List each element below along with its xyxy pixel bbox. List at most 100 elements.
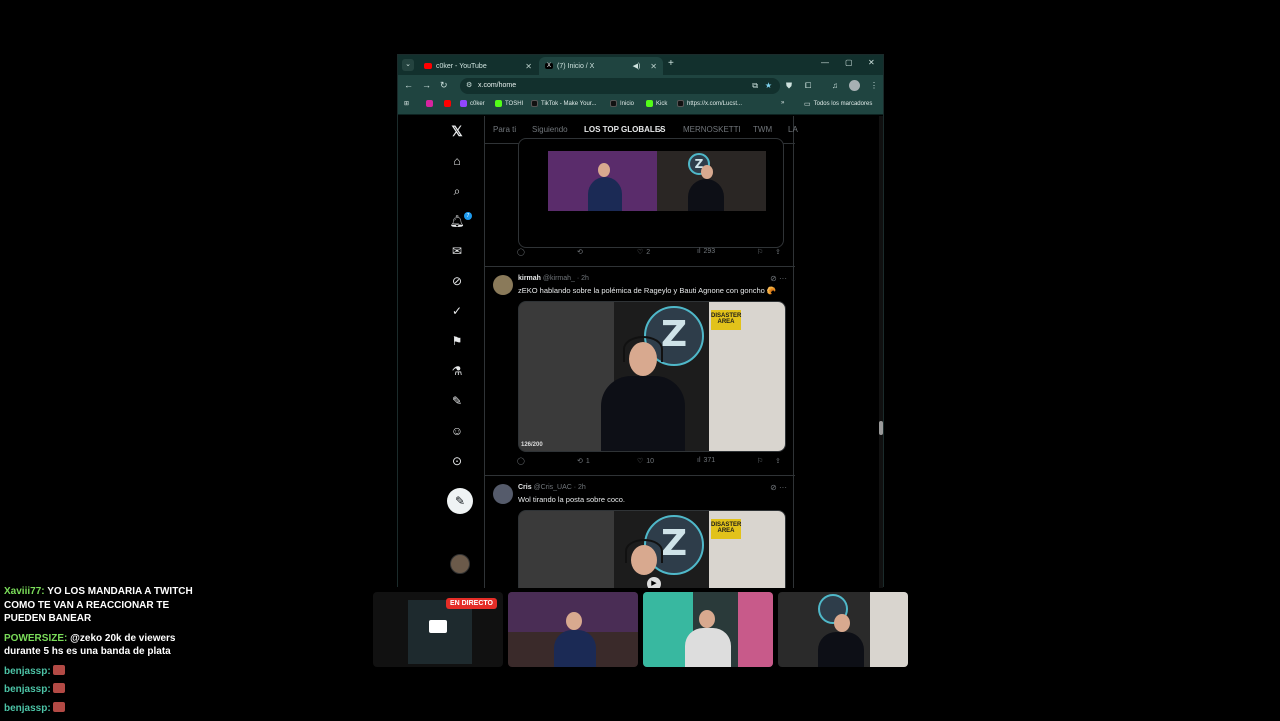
bookmark-button[interactable]: ⚐ [757,248,763,256]
disaster-area-sign: DISASTER AREA [711,310,741,330]
premium-icon[interactable]: ✓ [448,302,466,320]
tab-para-ti[interactable]: Para ti [493,125,516,134]
retweet-button[interactable]: ⟲ [577,248,586,256]
jobs-icon[interactable]: ⚗ [448,362,466,380]
window-close-icon[interactable]: ✕ [868,58,875,67]
tab-mernosketti[interactable]: MERNOSKETTI [683,125,741,134]
tweet[interactable]: Cris @Cris_UAC · 2h ⊘ ··· Wol tirando la… [485,476,795,588]
tweet-video[interactable]: Z DISASTER AREA 126/200 [518,301,786,452]
like-button[interactable]: ♡ 10 [637,457,654,466]
share-button[interactable]: ⇪ [775,457,781,465]
extensions-icon[interactable]: ⧠ [805,81,811,91]
reply-button[interactable]: ◯ [517,457,528,465]
author-handle[interactable]: @kirmah_ [543,275,575,282]
cast-icon[interactable]: ⧉ [752,78,758,94]
chevron-down-icon[interactable]: ⌄ [657,125,663,133]
apps-icon[interactable]: ⊞ [404,100,409,107]
tweet[interactable]: kirmah @kirmah_ · 2h ⊘ ··· zEKO hablando… [485,267,795,476]
stream-thumbnail[interactable] [643,592,773,667]
menu-icon[interactable]: ⋮ [870,81,878,90]
tab-siguiendo[interactable]: Siguiendo [532,125,568,134]
bookmark-instagram[interactable] [426,100,433,107]
scrollbar-thumb[interactable] [879,421,883,435]
bookmark-kick[interactable]: Kick [646,100,667,107]
tab-twm[interactable]: TWM [753,125,772,134]
search-icon[interactable]: ⌕ [448,182,466,200]
close-icon[interactable]: ✕ [525,62,532,71]
stream-thumbnail[interactable] [508,592,638,667]
chat-username[interactable]: benjassp: [4,703,51,714]
tweet-time[interactable]: · 2h [577,275,589,282]
bookmark-youtube[interactable] [444,100,451,107]
stream-thumbnail[interactable]: EN DIRECTO [373,592,503,667]
bookmark-inicio[interactable]: Inicio [610,100,634,107]
profile-icon[interactable]: ☺ [448,422,466,440]
video-thumbnail[interactable]: Z [548,151,766,211]
back-icon[interactable]: ← [404,80,413,90]
views-button[interactable]: ıl 293 [697,248,715,255]
tab-youtube[interactable]: c0ker - YouTube ✕ [418,57,538,75]
reply-button[interactable]: ◯ [517,248,528,256]
tweet[interactable]: Z ◯ ⟲ ♡ 2 ıl 293 ⚐ ⇪ [485,138,795,267]
new-tab-button[interactable]: + [668,58,674,69]
messages-icon[interactable]: ✉ [448,242,466,260]
x-logo-icon[interactable]: 𝕏 [448,122,466,140]
author-name[interactable]: kirmah [518,275,541,282]
bookmark-toshi[interactable]: TOSHI [495,100,523,107]
tab-x[interactable]: X (7) Inicio / X ◀) ✕ [539,57,663,75]
media-icon[interactable]: ♫ [832,81,838,90]
like-button[interactable]: ♡ 2 [637,248,650,257]
account-avatar[interactable] [450,554,470,574]
bookmark-button[interactable]: ⚐ [757,457,763,465]
avatar[interactable] [493,275,513,295]
close-icon[interactable]: ✕ [650,62,657,71]
author-handle[interactable]: @Cris_UAC [534,484,572,491]
page-scrollbar[interactable] [879,116,883,588]
play-icon[interactable]: ▶ [647,577,661,588]
bookmarks-icon[interactable]: ⚑ [448,332,466,350]
share-button[interactable]: ⇪ [775,248,781,256]
forward-icon[interactable]: → [422,80,431,90]
bookmark-x-link[interactable]: https://x.com/Lucst... [677,100,742,107]
more-icon[interactable]: ⊙ [448,452,466,470]
tweet-header: kirmah @kirmah_ · 2h [518,275,589,282]
profile-avatar[interactable] [849,80,860,91]
all-bookmarks[interactable]: ▭ Todos los marcadores [804,100,872,108]
bookmark-c0ker[interactable]: c0ker [460,100,485,107]
bookmark-star-icon[interactable]: ★ [765,78,772,94]
bookmarks-overflow-icon[interactable]: » [781,100,784,106]
tweet-time[interactable]: · 2h [574,484,586,491]
site-info-icon[interactable]: ⚙ [466,78,472,94]
chat-username[interactable]: benjassp: [4,684,51,695]
quoted-media[interactable]: Z [518,138,784,248]
tab-search-button[interactable]: ⌄ [402,59,414,71]
communities-icon[interactable]: ✎ [448,392,466,410]
video-counter: 126/200 [521,442,543,448]
speaker-icon[interactable]: ◀) [633,62,641,70]
x-icon [610,100,617,107]
author-name[interactable]: Cris [518,484,532,491]
maximize-icon[interactable]: ▢ [845,58,853,67]
tweet-video[interactable]: Z DISASTER AREA ▶ [518,510,786,588]
emote-icon [53,683,66,693]
tweet-actions: ◯ ⟲ 1 ♡ 10 ıl 371 ⚐ ⇪ [517,457,789,469]
minimize-icon[interactable]: — [821,58,829,67]
bookmark-tiktok[interactable]: TikTok - Make Your... [531,100,596,107]
tab-la[interactable]: LA [788,125,798,134]
more-options-icon[interactable]: ⊘ ··· [770,274,787,283]
chat-username[interactable]: POWERSIZE: [4,633,67,644]
avatar[interactable] [493,484,513,504]
chat-username[interactable]: benjassp: [4,666,51,677]
grok-icon[interactable]: ⊘ [448,272,466,290]
retweet-button[interactable]: ⟲ 1 [577,457,590,466]
reload-icon[interactable]: ↻ [440,80,448,91]
more-options-icon[interactable]: ⊘ ··· [770,483,787,492]
stream-thumbnail[interactable] [778,592,908,667]
chat-username[interactable]: Xaviii77: [4,586,45,597]
views-button[interactable]: ıl 371 [697,457,715,464]
tab-los-top-globales[interactable]: LOS TOP GLOBALES [584,125,666,134]
compose-post-button[interactable]: ✎ [447,488,473,514]
home-icon[interactable]: ⌂ [448,152,466,170]
address-bar[interactable]: ⚙ x.com/home ⧉ ★ [460,78,780,94]
shield-icon[interactable]: ⛊ [786,81,792,91]
